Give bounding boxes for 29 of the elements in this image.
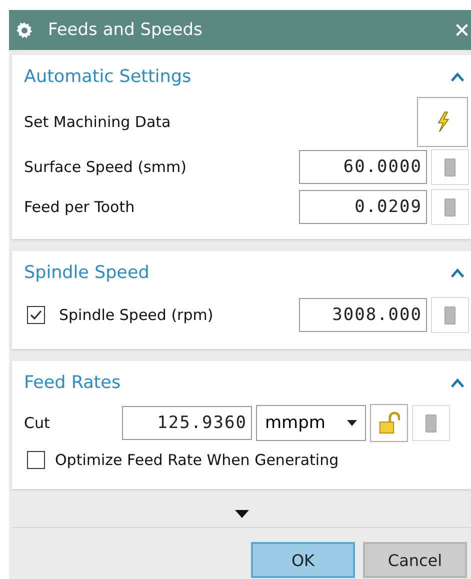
caret-icon: [347, 420, 357, 426]
chevron-icon[interactable]: [450, 378, 465, 388]
unit-dropdown[interactable]: mmpm: [256, 405, 366, 441]
window-title: Feeds and Speeds: [48, 20, 204, 40]
checkbox-label: Optimize Feed Rate When Generating: [55, 451, 339, 469]
close-icon[interactable]: [455, 23, 469, 37]
number-field[interactable]: 125.9360: [122, 406, 252, 440]
lock-button[interactable]: [370, 404, 408, 442]
number-field[interactable]: 60.0000: [299, 150, 427, 184]
field-label: Spindle Speed (rpm): [59, 306, 214, 324]
gear-icon: [15, 20, 34, 40]
section-title[interactable]: Feed Rates: [24, 373, 450, 393]
set-data-button[interactable]: [417, 97, 468, 147]
number-field[interactable]: 3008.000: [299, 298, 427, 332]
chevron-icon[interactable]: [450, 72, 465, 82]
expand-arrow-icon[interactable]: [234, 510, 248, 518]
chevron-icon[interactable]: [450, 268, 465, 278]
field-label: Surface Speed (smm): [24, 158, 186, 176]
checkbox[interactable]: [27, 306, 45, 324]
padlock-icon: [378, 411, 400, 435]
dialog-button[interactable]: Cancel: [363, 542, 467, 578]
field-label: Set Machining Data: [24, 113, 172, 131]
number-field[interactable]: 0.0209: [299, 190, 427, 224]
section-title[interactable]: Spindle Speed: [24, 263, 450, 283]
dialog-button[interactable]: OK: [251, 542, 355, 578]
field-label: Cut: [24, 414, 51, 432]
field-label: Feed per Tooth: [24, 198, 135, 216]
checkbox[interactable]: [27, 451, 45, 469]
section-title[interactable]: Automatic Settings: [24, 67, 450, 87]
